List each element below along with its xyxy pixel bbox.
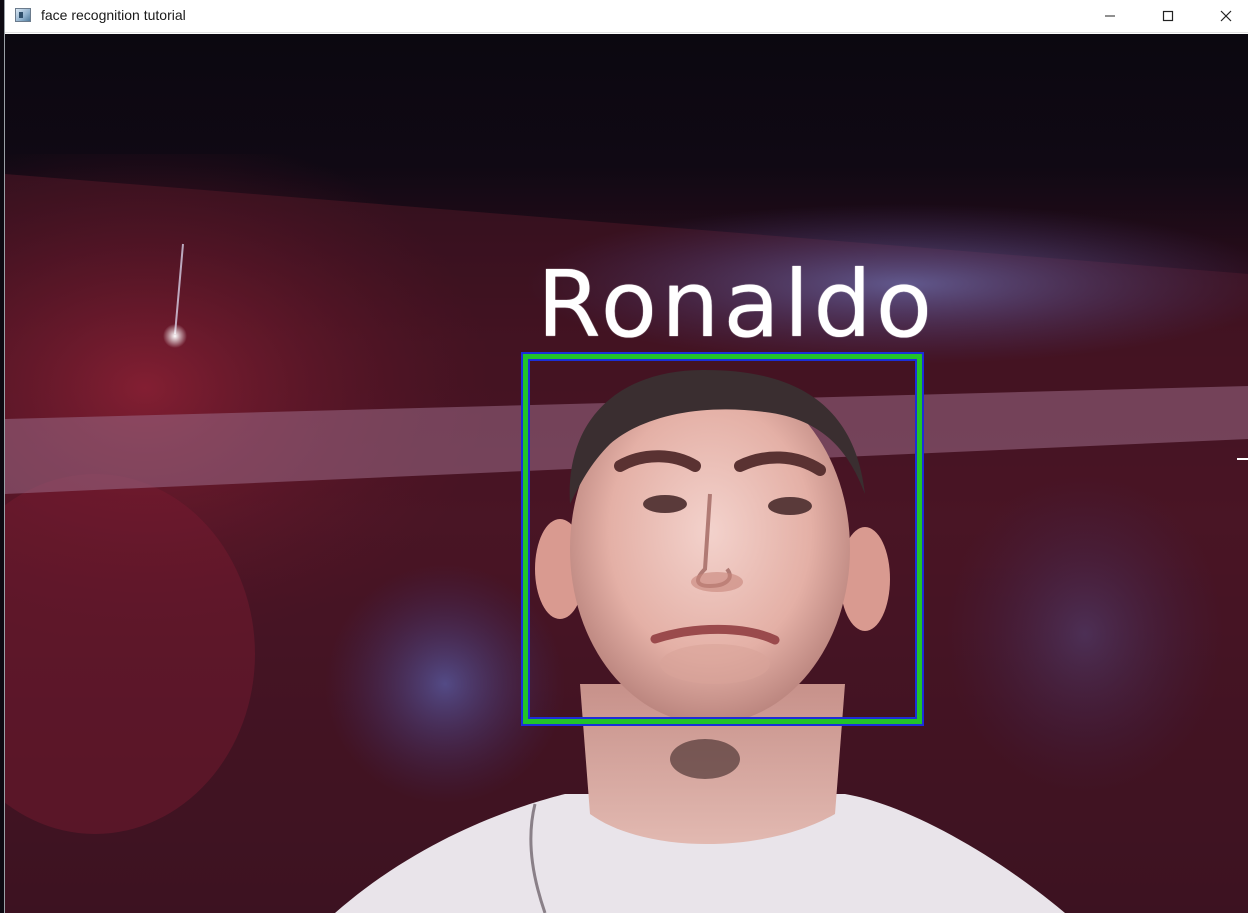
face-bounding-box <box>521 352 924 726</box>
maximize-icon <box>1162 10 1174 22</box>
app-window-icon <box>15 8 31 22</box>
app-window: face recognition tutorial Ronaldo <box>4 0 1248 913</box>
close-icon <box>1220 10 1232 22</box>
minimize-icon <box>1105 15 1115 17</box>
face-label: Ronaldo <box>537 251 937 358</box>
close-button[interactable] <box>1197 0 1248 32</box>
minimize-button[interactable] <box>1081 0 1139 32</box>
maximize-button[interactable] <box>1139 0 1197 32</box>
video-frame: Ronaldo <box>5 34 1248 913</box>
title-bar[interactable]: face recognition tutorial <box>5 0 1248 33</box>
window-title: face recognition tutorial <box>41 7 186 23</box>
